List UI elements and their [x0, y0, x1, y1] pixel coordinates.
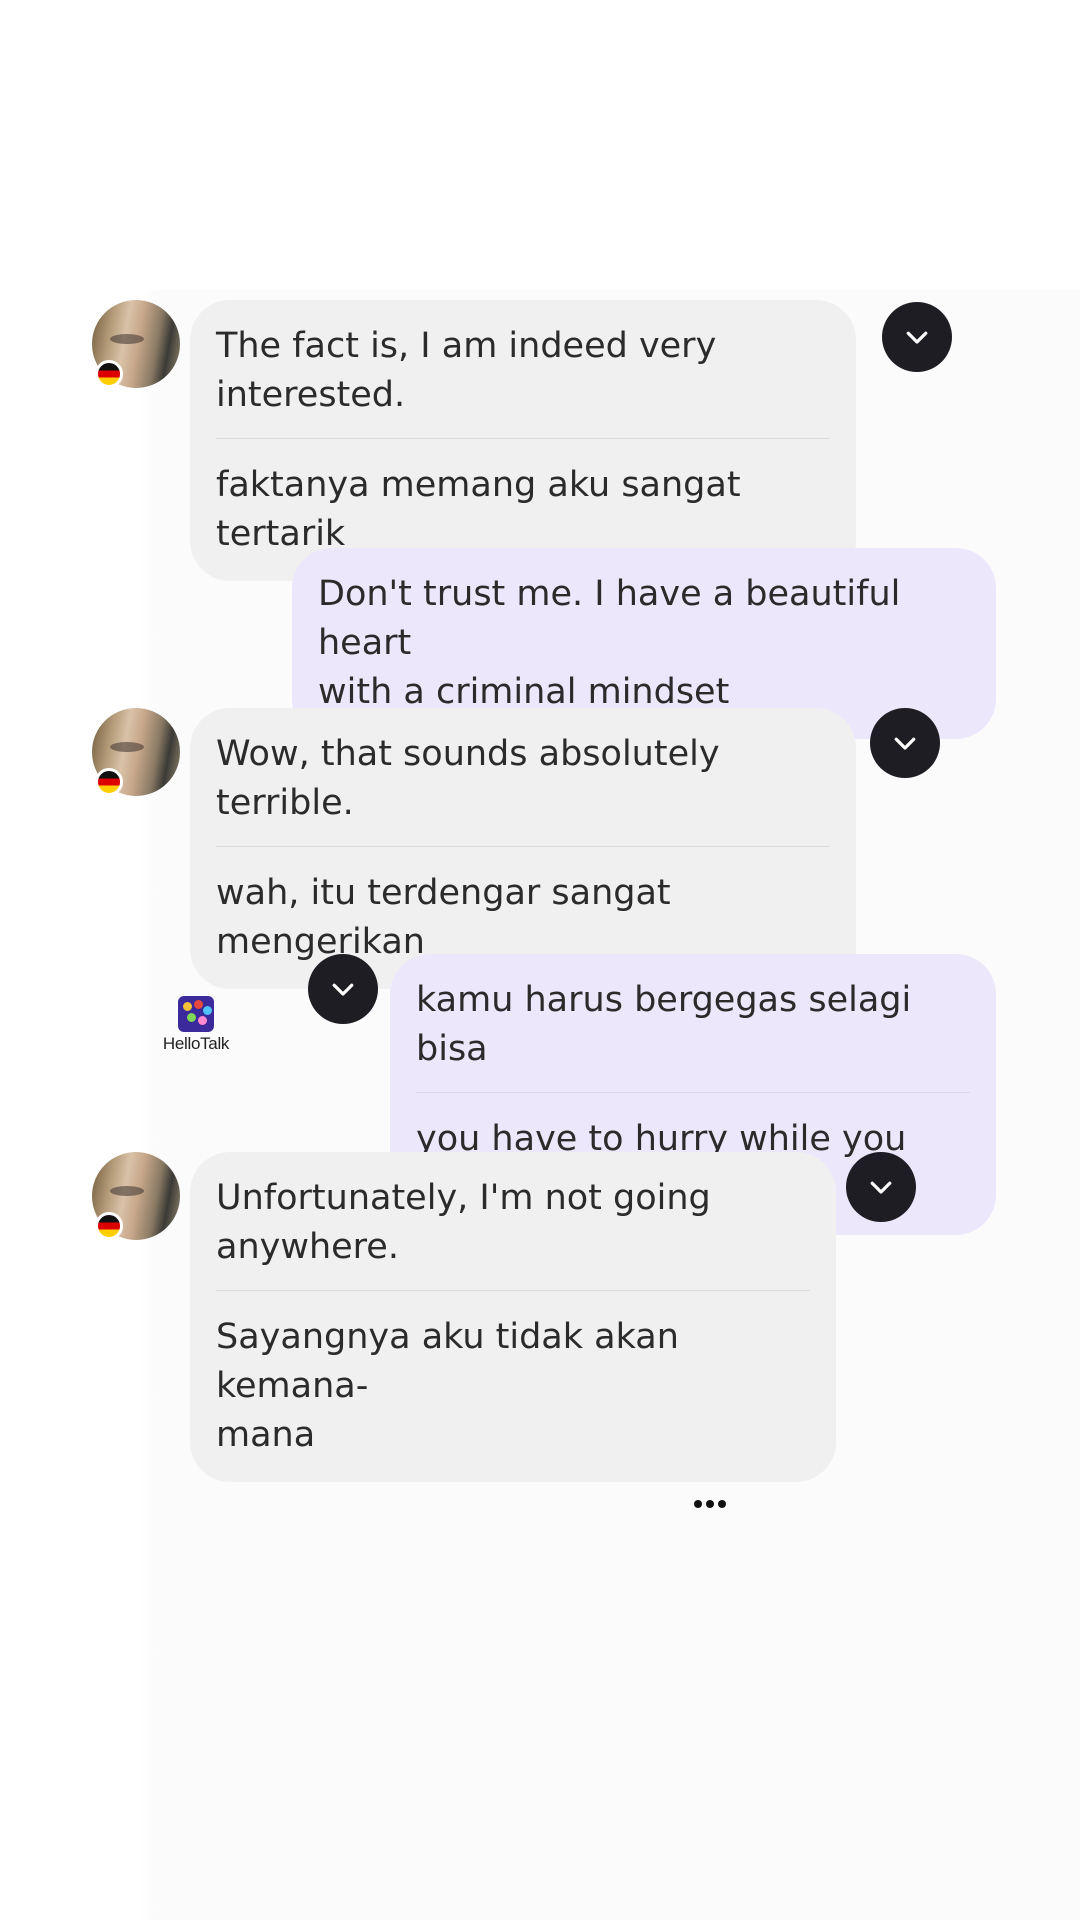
- germany-flag-icon: [95, 360, 123, 388]
- more-dots-icon[interactable]: [694, 1498, 728, 1510]
- translation-text: wah, itu terdengar sangat: [216, 873, 671, 913]
- germany-flag-icon: [95, 768, 123, 796]
- message-text: Wow, that sounds absolutely terrible.: [216, 734, 720, 823]
- message-text: interested.: [216, 375, 406, 415]
- chevron-down-icon: [906, 331, 928, 344]
- germany-flag-icon: [95, 1212, 123, 1240]
- chevron-down-icon: [332, 983, 354, 996]
- translation-text: mana: [216, 1415, 316, 1455]
- top-blank-area: [0, 0, 1080, 290]
- message-text: kamu harus bergegas selagi bisa: [416, 980, 912, 1069]
- message-text: anywhere.: [216, 1227, 399, 1267]
- message-menu-button[interactable]: [308, 954, 378, 1024]
- message-menu-button[interactable]: [846, 1152, 916, 1222]
- translation-divider: [216, 846, 830, 847]
- chat-screen: The fact is, I am indeed very interested…: [0, 0, 1080, 1920]
- avatar[interactable]: [92, 1152, 180, 1240]
- message-text: Unfortunately, I'm not going: [216, 1178, 711, 1218]
- translation-divider: [416, 1092, 970, 1093]
- avatar[interactable]: [92, 708, 180, 796]
- translation-text: Sayangnya aku tidak akan kemana-: [216, 1317, 679, 1406]
- incoming-message-bubble[interactable]: The fact is, I am indeed very interested…: [190, 300, 856, 581]
- hellotalk-logo-icon: [178, 996, 214, 1032]
- message-text: The fact is, I am indeed very: [216, 326, 717, 366]
- watermark-text: HelloTalk: [162, 1034, 230, 1053]
- avatar[interactable]: [92, 300, 180, 388]
- message-menu-button[interactable]: [870, 708, 940, 778]
- incoming-message-bubble[interactable]: Unfortunately, I'm not going anywhere. S…: [190, 1152, 836, 1482]
- chevron-down-icon: [894, 737, 916, 750]
- incoming-message-bubble[interactable]: Wow, that sounds absolutely terrible. wa…: [190, 708, 856, 989]
- chevron-down-icon: [870, 1181, 892, 1194]
- translation-divider: [216, 1290, 810, 1291]
- translation-divider: [216, 438, 830, 439]
- message-menu-button[interactable]: [882, 302, 952, 372]
- translation-text: faktanya memang aku sangat tertarik: [216, 465, 741, 554]
- hellotalk-watermark: HelloTalk: [156, 996, 236, 1054]
- message-text: Don't trust me. I have a beautiful heart: [318, 574, 901, 663]
